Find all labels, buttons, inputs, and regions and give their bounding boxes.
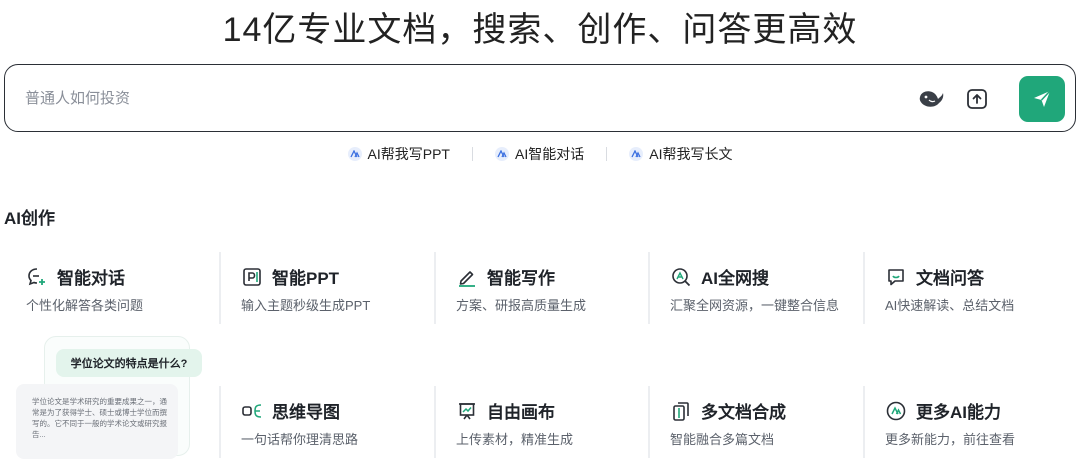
qa-preview-illustration: 学位论文的特点是什么? 学位论文是学术研究的重要成果之一，通常是为了获得学士、硕… <box>16 336 206 461</box>
search-input[interactable] <box>25 85 845 111</box>
pen-icon <box>456 266 478 288</box>
card-web-search[interactable]: AI全网搜 汇聚全网资源，一键整合信息 <box>648 252 862 324</box>
send-button[interactable] <box>1019 76 1065 122</box>
send-icon <box>1034 90 1051 107</box>
section-title: AI创作 <box>4 209 55 228</box>
quick-link-ppt[interactable]: AI帮我写PPT <box>326 144 472 164</box>
card-more-ai[interactable]: 更多AI能力 更多新能力，前往查看 <box>863 386 1077 458</box>
quick-links: AI帮我写PPT AI智能对话 AI帮我写长文 <box>0 143 1080 165</box>
card-multi-doc[interactable]: 多文档合成 智能融合多篇文档 <box>648 386 862 458</box>
more-ai-icon <box>885 400 907 422</box>
card-doc-qa[interactable]: 文档问答 AI快速解读、总结文档 <box>863 252 1077 324</box>
card-smart-chat[interactable]: 智能对话 个性化解答各类问题 <box>4 252 218 324</box>
quick-link-longtext[interactable]: AI帮我写长文 <box>607 144 754 164</box>
canvas-icon <box>456 400 478 422</box>
mindmap-icon <box>241 400 263 422</box>
preview-answer: 学位论文是学术研究的重要成果之一，通常是为了获得学士、硕士或博士学位而撰写的。它… <box>16 384 178 459</box>
page-headline: 14亿专业文档，搜索、创作、问答更高效 <box>222 11 858 49</box>
preview-question: 学位论文的特点是什么? <box>56 349 202 377</box>
card-canvas[interactable]: 自由画布 上传素材，精准生成 <box>434 386 648 458</box>
card-mindmap[interactable]: 思维导图 一句话帮你理清思路 <box>219 386 433 458</box>
doc-chat-icon <box>885 266 907 288</box>
deepseek-whale-icon[interactable] <box>917 85 945 113</box>
ppt-icon <box>241 266 263 288</box>
ai-logo-icon <box>629 147 644 161</box>
card-smart-writing[interactable]: 智能写作 方案、研报高质量生成 <box>434 252 648 324</box>
card-smart-ppt[interactable]: 智能PPT 输入主题秒级生成PPT <box>219 252 433 324</box>
multi-doc-icon <box>670 400 692 422</box>
web-search-icon <box>670 266 692 288</box>
ai-logo-icon <box>495 147 509 161</box>
quick-link-chat[interactable]: AI智能对话 <box>473 144 606 164</box>
search-box <box>4 64 1076 132</box>
ai-logo-icon <box>347 147 362 161</box>
chat-plus-icon <box>26 266 48 288</box>
upload-icon[interactable] <box>963 85 991 113</box>
